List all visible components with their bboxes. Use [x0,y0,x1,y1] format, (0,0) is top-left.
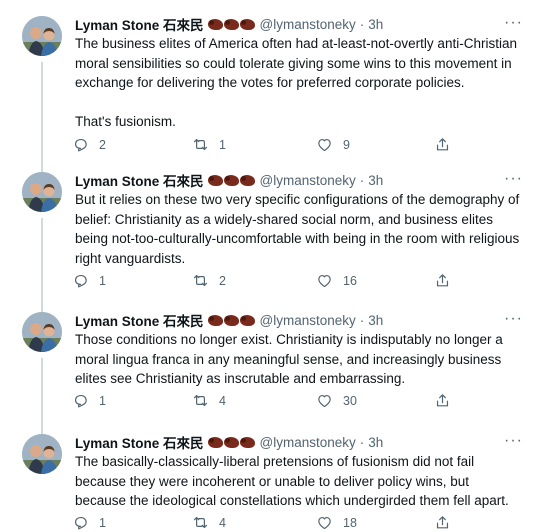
tweet-actions: 1 2 16 [72,272,452,292]
like-icon [316,514,333,531]
author-handle[interactable]: @lymanstoneky [260,173,356,188]
retweet-count: 2 [219,273,226,288]
author-handle[interactable]: @lymanstoneky [260,313,356,328]
share-button[interactable] [434,514,451,531]
tweet-paragraph: That's fusionism. [75,113,176,129]
tweet-actions: 1 4 30 [72,392,452,412]
like-icon [316,136,333,153]
reply-count: 2 [99,137,106,152]
like-count: 30 [343,393,357,408]
reply-icon [72,392,89,409]
reply-count: 1 [99,515,106,530]
share-icon [434,392,451,409]
like-button[interactable]: 18 [316,514,357,531]
timestamp[interactable]: 3h [368,313,383,328]
more-options-icon[interactable]: ··· [504,170,523,188]
reply-icon [72,136,89,153]
tweet-header: Lyman Stone 石來民 @lymanstoneky · 3h [75,310,383,330]
author-name[interactable]: Lyman Stone 石來民 [75,14,204,34]
bison-emoji [207,314,255,326]
bison-emoji [207,436,255,448]
author-handle[interactable]: @lymanstoneky [260,435,356,450]
more-options-icon[interactable]: ··· [504,432,523,450]
thread-connector-line [41,62,43,174]
retweet-icon [192,136,209,153]
separator-dot: · [359,312,365,328]
tweet-header: Lyman Stone 石來民 @lymanstoneky · 3h [75,170,383,190]
reply-count: 1 [99,273,106,288]
tweet-paragraph: The basically-classically-liberal preten… [75,454,509,508]
more-options-icon[interactable]: ··· [504,14,523,32]
author-name[interactable]: Lyman Stone 石來民 [75,432,204,452]
bison-emoji [207,18,255,30]
more-options-icon[interactable]: ··· [504,310,523,328]
separator-dot: · [359,172,365,188]
reply-button[interactable]: 1 [72,272,106,289]
avatar[interactable] [22,172,62,212]
share-icon [434,136,451,153]
author-name[interactable]: Lyman Stone 石來民 [75,310,204,330]
share-icon [434,514,451,531]
reply-icon [72,272,89,289]
author-name[interactable]: Lyman Stone 石來民 [75,170,204,190]
share-icon [434,272,451,289]
like-count: 16 [343,273,357,288]
share-button[interactable] [434,392,451,409]
reply-button[interactable]: 2 [72,136,106,153]
tweet-text: The business elites of America often had… [75,34,523,131]
timestamp[interactable]: 3h [368,435,383,450]
separator-dot: · [359,16,365,32]
like-icon [316,392,333,409]
like-button[interactable]: 30 [316,392,357,409]
retweet-count: 4 [219,393,226,408]
tweet-paragraph: The business elites of America often had… [75,36,517,90]
retweet-icon [192,272,209,289]
reply-button[interactable]: 1 [72,392,106,409]
retweet-icon [192,514,209,531]
tweet-text: The basically-classically-liberal preten… [75,452,523,511]
tweet-actions: 2 1 9 [72,136,452,156]
reply-count: 1 [99,393,106,408]
like-button[interactable]: 16 [316,272,357,289]
separator-dot: · [359,434,365,450]
tweet-header: Lyman Stone 石來民 @lymanstoneky · 3h [75,432,383,452]
timestamp[interactable]: 3h [368,17,383,32]
retweet-icon [192,392,209,409]
avatar[interactable] [22,312,62,352]
like-icon [316,272,333,289]
timestamp[interactable]: 3h [368,173,383,188]
like-button[interactable]: 9 [316,136,350,153]
reply-icon [72,514,89,531]
tweet-header: Lyman Stone 石來民 @lymanstoneky · 3h [75,14,383,34]
retweet-count: 4 [219,515,226,530]
author-handle[interactable]: @lymanstoneky [260,17,356,32]
avatar[interactable] [22,434,62,474]
reply-button[interactable]: 1 [72,514,106,531]
thread-connector-line [41,218,43,314]
like-count: 9 [343,137,350,152]
tweet-actions: 1 4 18 [72,514,452,532]
thread-connector-line [41,358,43,436]
tweet-thread: Lyman Stone 石來民 @lymanstoneky · 3h ··· T… [0,0,540,532]
retweet-button[interactable]: 4 [192,514,226,531]
tweet-paragraph: Those conditions no longer exist. Christ… [75,332,503,386]
retweet-button[interactable]: 4 [192,392,226,409]
retweet-button[interactable]: 1 [192,136,226,153]
tweet-text: Those conditions no longer exist. Christ… [75,330,523,389]
share-button[interactable] [434,136,451,153]
retweet-button[interactable]: 2 [192,272,226,289]
like-count: 18 [343,515,357,530]
retweet-count: 1 [219,137,226,152]
avatar[interactable] [22,16,62,56]
bison-emoji [207,174,255,186]
share-button[interactable] [434,272,451,289]
tweet-text: But it relies on these two very specific… [75,190,523,268]
tweet-paragraph: But it relies on these two very specific… [75,192,520,266]
